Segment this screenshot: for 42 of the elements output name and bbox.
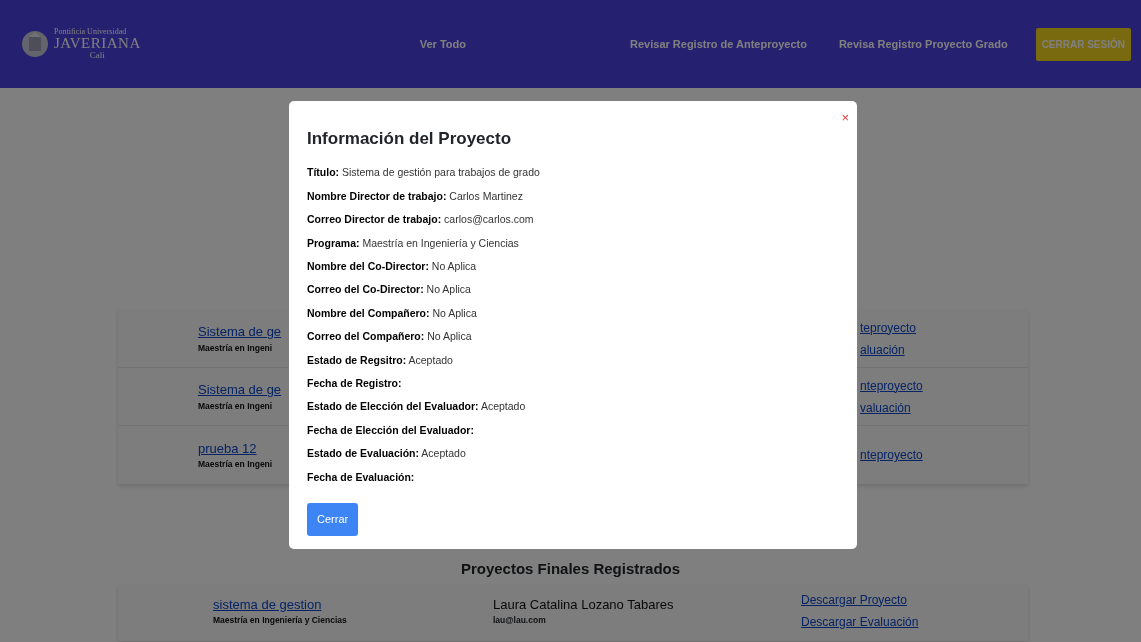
project-title-link[interactable]: Sistema de ge xyxy=(198,322,282,342)
close-modal-button[interactable]: Cerrar xyxy=(307,503,359,536)
info-line: Nombre del Co-Director: No Aplica xyxy=(307,259,478,274)
info-line: Correo del Compañero: No Aplica xyxy=(307,329,473,345)
download-link[interactable]: Descargar Proyecto xyxy=(801,588,1028,611)
info-line: Nombre del Compañero: No Aplica xyxy=(307,305,478,321)
info-line: Nombre Director de trabajo: Carlos Martinez xyxy=(307,188,524,204)
download-link[interactable]: valuación xyxy=(860,396,923,419)
project-title-link[interactable]: sistema de gestion xyxy=(213,594,322,614)
info-line: Programa: Maestría en Ingeniería y Ciencias xyxy=(307,235,520,251)
info-line: Estado de Regsitro: Aceptado xyxy=(307,352,454,368)
logo-subtitle: Pontificia Universidad xyxy=(54,28,128,36)
project-title-link[interactable]: prueba 12 xyxy=(198,438,257,459)
nav-link[interactable]: Revisar Registro de Anteproyecto xyxy=(630,35,807,53)
info-line: Fecha de Registro: xyxy=(307,376,403,392)
logo-name: JAVERIANA xyxy=(54,36,141,51)
info-line: Correo Director de trabajo: carlos@carlos.com xyxy=(307,212,535,228)
crest-icon xyxy=(20,29,50,59)
program-text: Maestría en Ingeniería y Ciencias xyxy=(213,614,347,627)
info-line: Estado de Evaluación: Aceptado xyxy=(307,446,467,462)
download-link[interactable]: nteproyecto xyxy=(860,444,923,466)
download-link[interactable]: nteproyecto xyxy=(860,374,923,397)
info-line: Fecha de Evaluación: xyxy=(307,469,416,485)
student-email: lau@lau.com xyxy=(493,614,547,627)
download-link[interactable]: Descargar Evaluación xyxy=(801,610,1028,633)
info-line: Correo del Co-Director: No Aplica xyxy=(307,282,472,298)
program-text: Maestría en Ingeni xyxy=(198,341,273,355)
program-text: Maestría en Ingeni xyxy=(198,399,273,413)
student-name: Laura Catalina Lozano Tabares xyxy=(493,595,675,614)
logo-city: Cali xyxy=(88,51,106,60)
section-heading: Proyectos Finales Registrados xyxy=(459,559,682,579)
close-button[interactable]: × xyxy=(838,109,852,126)
nav-link[interactable]: Revisa Registro Proyecto Grado xyxy=(838,35,1008,53)
download-link[interactable]: aluación xyxy=(860,338,917,361)
modal-title: Información del Proyecto xyxy=(307,129,513,150)
info-line: Título: Sistema de gestión para trabajos de grado xyxy=(307,165,541,181)
info-line: Estado de Elección del Evaluador: Aceptado xyxy=(307,399,527,415)
nav-link[interactable]: Ver Todo xyxy=(419,35,466,53)
download-link[interactable]: teproyecto xyxy=(860,316,917,339)
project-title-link[interactable]: Sistema de ge xyxy=(198,380,282,400)
info-line: Fecha de Elección del Evaluador: xyxy=(307,422,475,438)
program-text: Maestría en Ingeni xyxy=(198,458,273,472)
